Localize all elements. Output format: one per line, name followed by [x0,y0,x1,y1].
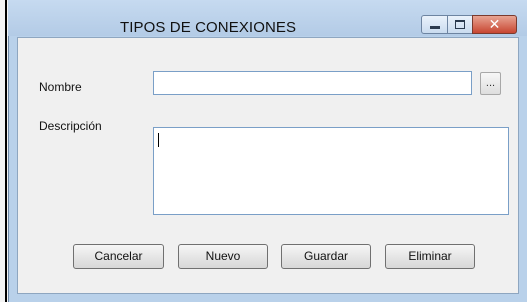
descripcion-textarea[interactable] [153,127,509,215]
window-title: TIPOS DE CONEXIONES [120,19,297,36]
nombre-input[interactable] [153,71,472,95]
browse-button[interactable]: ... [480,72,501,95]
guardar-button[interactable]: Guardar [281,244,371,269]
maximize-button[interactable] [447,15,473,34]
close-button[interactable]: ✕ [472,15,517,34]
close-icon: ✕ [488,16,501,33]
window-controls: ✕ [421,15,517,35]
form-body: Nombre ... Descripción Cancelar Nuevo Gu… [17,37,519,294]
text-caret [158,133,159,147]
nombre-label: Nombre [39,80,82,94]
maximize-icon [455,20,465,29]
minimize-button[interactable] [421,15,448,34]
background-edge [0,0,8,302]
descripcion-label: Descripción [39,119,102,133]
cancelar-button[interactable]: Cancelar [73,244,164,269]
title-bar[interactable]: TIPOS DE CONEXIONES ✕ [8,0,527,36]
eliminar-button[interactable]: Eliminar [385,244,475,269]
nuevo-button[interactable]: Nuevo [178,244,268,269]
minimize-icon [429,26,440,29]
